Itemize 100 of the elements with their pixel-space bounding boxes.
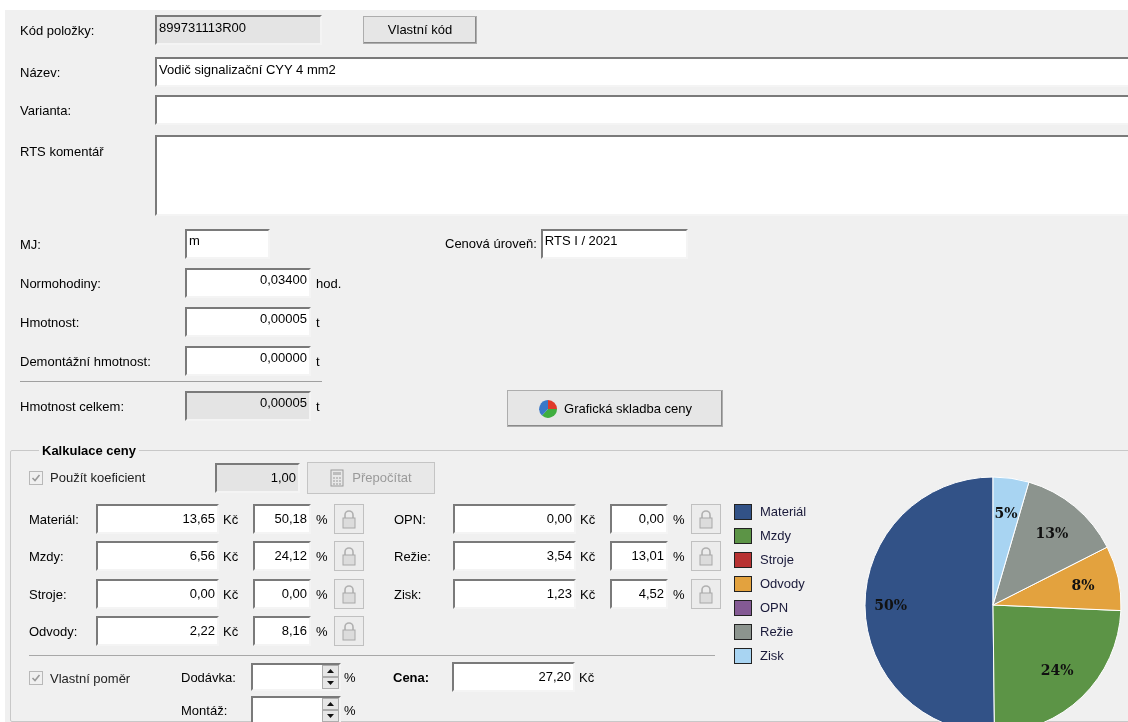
- checkbox-label: Použít koeficient: [50, 469, 146, 488]
- lock-button[interactable]: [334, 616, 364, 646]
- price-chart-button[interactable]: Grafická skladba ceny: [507, 390, 723, 427]
- field-label: Hmotnost:: [20, 314, 80, 330]
- lock-button[interactable]: [691, 541, 721, 571]
- percent-field[interactable]: 0,00: [253, 578, 311, 609]
- variant-field[interactable]: [155, 95, 1128, 125]
- percent-label: %: [673, 586, 685, 602]
- percent-field[interactable]: 4,52: [610, 578, 668, 609]
- legend-label: Zisk: [760, 647, 784, 666]
- quantity-field[interactable]: 0,03400: [185, 267, 311, 298]
- legend-label: Režie: [760, 623, 794, 642]
- amount-field[interactable]: 13,65: [96, 503, 219, 534]
- currency-label: Kč: [580, 511, 596, 527]
- quantity-field[interactable]: 0,00000: [185, 345, 311, 376]
- unit-label: t: [316, 353, 320, 369]
- field-label: Dodávka:: [181, 669, 236, 685]
- cost-label: Zisk:: [394, 586, 422, 602]
- unit-label: t: [316, 314, 320, 330]
- lock-button[interactable]: [334, 541, 364, 571]
- slice-label: 13%: [1035, 525, 1069, 542]
- percent-label: %: [344, 669, 356, 685]
- field-label: Hmotnost celkem:: [20, 398, 125, 414]
- lock-button[interactable]: [334, 503, 364, 534]
- lock-button[interactable]: [691, 503, 721, 534]
- lock-button[interactable]: [334, 578, 364, 609]
- legend-label: OPN: [760, 599, 789, 618]
- percent-field[interactable]: 8,16: [253, 616, 311, 646]
- currency-label: Kč: [580, 549, 596, 564]
- total-field[interactable]: 27,20: [452, 661, 575, 692]
- currency-label: Kč: [580, 586, 596, 602]
- down-arrow-icon: [327, 680, 334, 685]
- slice-label: 8%: [1071, 576, 1095, 593]
- percent-label: %: [673, 549, 685, 564]
- legend-label: Mzdy: [760, 527, 792, 546]
- lock-icon: [341, 583, 357, 604]
- percent-label: %: [316, 624, 328, 639]
- spin-field[interactable]: [251, 662, 341, 691]
- legend-label: Materiál: [760, 503, 807, 522]
- lock-icon: [698, 508, 714, 529]
- field-label: RTS komentář: [20, 144, 104, 159]
- up-arrow-icon: [327, 668, 334, 673]
- cost-label: OPN:: [394, 511, 426, 527]
- legend-label: Odvody: [760, 575, 805, 594]
- down-arrow-icon: [327, 713, 334, 718]
- currency-label: Kč: [223, 586, 239, 602]
- percent-label: %: [316, 586, 328, 602]
- currency-label: Kč: [223, 511, 239, 527]
- spin-up-button[interactable]: [322, 697, 339, 710]
- field-label: MJ:: [20, 236, 41, 252]
- cost-label: Odvody:: [29, 624, 78, 639]
- slice-label: 24%: [1040, 662, 1074, 679]
- legend-label: Stroje: [760, 551, 794, 570]
- lock-icon: [698, 546, 714, 566]
- unit-label: t: [316, 398, 320, 414]
- field-label: Kód položky:: [20, 23, 95, 38]
- percent-label: %: [316, 511, 328, 527]
- amount-field[interactable]: 1,23: [453, 578, 576, 609]
- custom-code-button[interactable]: Vlastní kód: [363, 16, 477, 44]
- currency-label: Kč: [223, 624, 239, 639]
- cost-label: Materiál:: [29, 511, 79, 527]
- field-label: Montáž:: [181, 702, 228, 718]
- group-title: Kalkulace ceny: [42, 443, 136, 458]
- unit-field[interactable]: m: [185, 228, 270, 259]
- field-label: Demontážní hmotnost:: [20, 353, 151, 369]
- currency-label: Kč: [579, 669, 595, 685]
- cost-label: Mzdy:: [29, 549, 64, 564]
- comment-field[interactable]: [155, 135, 1128, 216]
- price-level-field[interactable]: RTS I / 2021: [540, 228, 688, 259]
- lock-icon: [341, 508, 357, 529]
- field-label: Varianta:: [20, 103, 72, 118]
- lock-icon: [698, 583, 714, 604]
- percent-field[interactable]: 0,00: [610, 503, 668, 534]
- amount-field[interactable]: 0,00: [96, 578, 219, 609]
- field-label: Cenová úroveň:: [445, 234, 537, 253]
- up-arrow-icon: [327, 701, 334, 706]
- spin-up-button[interactable]: [322, 664, 339, 677]
- percent-field[interactable]: 50,18: [253, 503, 311, 534]
- percent-label: %: [344, 702, 356, 718]
- percent-label: %: [316, 549, 328, 564]
- name-field[interactable]: Vodič signalizační CYY 4 mm2: [155, 57, 1128, 87]
- cost-label: Režie:: [394, 549, 431, 564]
- field-label: Normohodiny:: [20, 275, 101, 291]
- amount-field[interactable]: 6,56: [96, 541, 219, 571]
- spin-field[interactable]: [251, 695, 341, 722]
- total-label: Cena:: [393, 669, 430, 685]
- amount-field[interactable]: 3,54: [453, 541, 576, 571]
- amount-field[interactable]: 0,00: [453, 503, 576, 534]
- quantity-field[interactable]: 0,00005: [185, 306, 311, 337]
- slice-label: 50%: [874, 596, 907, 613]
- unit-label: hod.: [316, 275, 342, 291]
- percent-field[interactable]: 24,12: [253, 541, 311, 571]
- currency-label: Kč: [223, 549, 239, 564]
- amount-field[interactable]: 2,22: [96, 616, 219, 646]
- calculator-icon: [330, 469, 345, 487]
- lock-button[interactable]: [691, 578, 721, 609]
- slice-label: 5%: [994, 504, 1018, 521]
- checkbox-label: Vlastní poměr: [50, 669, 131, 688]
- percent-field[interactable]: 13,01: [610, 541, 668, 571]
- percent-label: %: [673, 511, 685, 527]
